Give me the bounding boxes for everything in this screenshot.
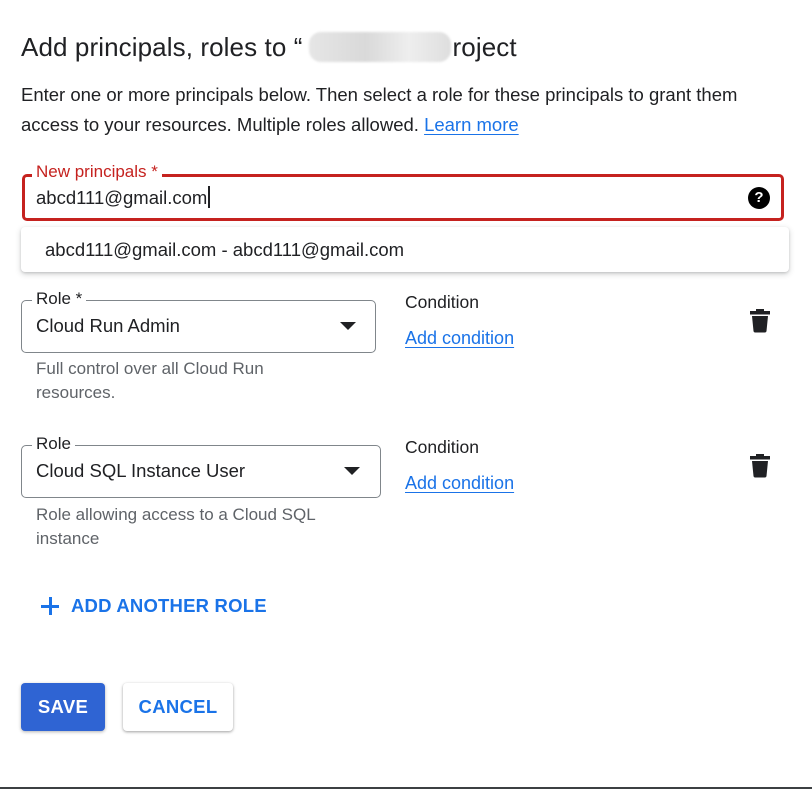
new-principals-label: New principals * [32, 162, 162, 182]
condition-1-title: Condition [405, 292, 479, 312]
dropdown-arrow-icon [340, 322, 356, 330]
role-2-label: Role [32, 434, 75, 454]
role-select-1-value: Cloud Run Admin [36, 315, 180, 336]
cancel-button[interactable]: CANCEL [123, 683, 233, 731]
add-another-role-label: ADD ANOTHER ROLE [71, 595, 267, 616]
add-condition-1-link[interactable]: Add condition [405, 328, 514, 349]
help-circle-icon[interactable]: ? [748, 187, 770, 209]
new-principals-value: abcd111@gmail.com [36, 187, 208, 208]
principal-suggestion-dropdown: abcd111@gmail.com - abcd111@gmail.com [21, 227, 789, 272]
learn-more-link[interactable]: Learn more [424, 114, 519, 135]
redacted-project-name [308, 32, 451, 62]
dropdown-arrow-icon [344, 467, 360, 475]
role-select-2[interactable]: Cloud SQL Instance User [21, 445, 381, 498]
intro-body: Enter one or more principals below. Then… [21, 84, 738, 135]
role-2-description: Role allowing access to a Cloud SQL inst… [36, 505, 316, 548]
title-prefix: Add principals, roles to “ [21, 32, 303, 62]
condition-2-title: Condition [405, 437, 479, 457]
add-another-role-button[interactable]: ADD ANOTHER ROLE [40, 592, 267, 620]
title-suffix: roject [452, 32, 517, 62]
page-title: Add principals, roles to “ roject [21, 32, 517, 63]
role-1-label: Role * [32, 289, 87, 309]
plus-icon [40, 596, 60, 616]
intro-text: Enter one or more principals below. Then… [21, 80, 791, 140]
bottom-divider [0, 787, 812, 789]
new-principals-input[interactable]: abcd111@gmail.com [36, 186, 210, 209]
text-cursor [208, 186, 210, 208]
trash-icon[interactable] [750, 309, 770, 333]
role-1-description: Full control over all Cloud Run resource… [36, 359, 264, 402]
add-condition-2-link[interactable]: Add condition [405, 473, 514, 494]
trash-icon[interactable] [750, 454, 770, 478]
role-select-2-value: Cloud SQL Instance User [36, 460, 246, 481]
save-button[interactable]: SAVE [21, 683, 105, 731]
principal-suggestion-item[interactable]: abcd111@gmail.com - abcd111@gmail.com [45, 239, 404, 261]
